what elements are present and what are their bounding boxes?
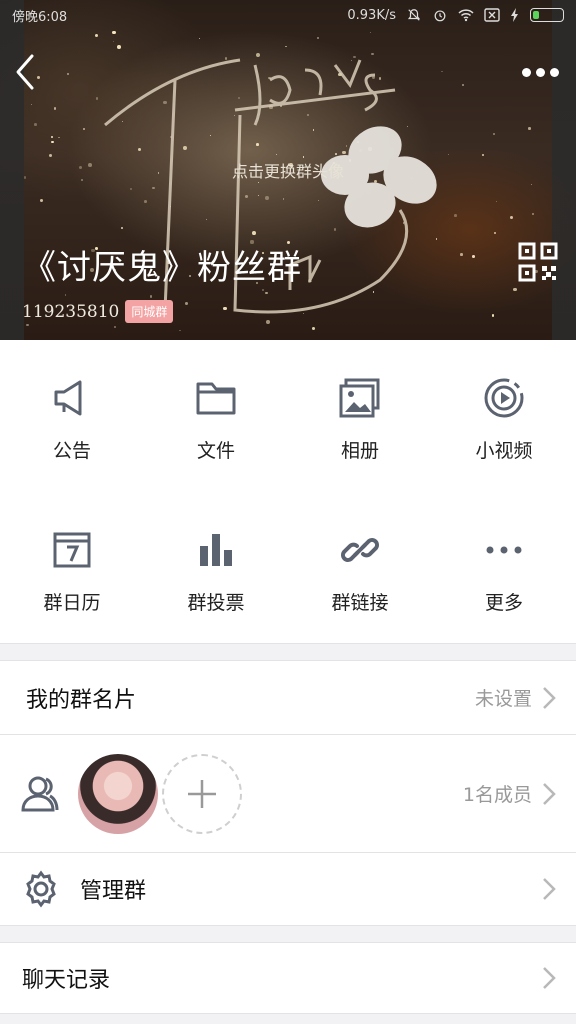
function-grid: 公告 文件 相册 小视频 群日历 群投票 群链接 更多 [0,340,576,644]
grid-label: 群投票 [187,592,245,614]
my-group-card-title: 我的群名片 [26,687,137,713]
album-icon [339,378,380,418]
grid-item-group-link[interactable]: 群链接 [288,492,432,644]
member-avatar[interactable] [78,753,158,834]
my-group-card-value: 未设置 [474,688,532,710]
chat-history-title: 聊天记录 [22,968,111,993]
vote-icon [200,534,232,566]
charging-icon [511,8,518,22]
qr-code-icon[interactable] [518,242,558,282]
my-group-card-row[interactable]: 我的群名片 未设置 [0,661,576,734]
wifi-icon [458,9,474,22]
chevron-right-icon [543,878,556,900]
manage-group-row[interactable]: 管理群 [0,853,576,925]
network-speed: 0.93K/s [347,7,396,23]
grid-item-calendar[interactable]: 群日历 [0,492,144,644]
divider [0,925,576,926]
gear-icon [26,870,56,908]
group-name: 《讨厌鬼》粉丝群 [22,248,302,288]
grid-label: 群日历 [43,592,101,614]
more-dots-icon [486,546,522,554]
grid-item-album[interactable]: 相册 [288,340,432,492]
more-options-icon[interactable] [520,62,560,82]
chevron-right-icon [543,782,556,805]
link-icon [341,538,379,562]
grid-item-short-video[interactable]: 小视频 [432,340,576,492]
grid-label: 文件 [196,440,235,462]
mute-icon [407,9,421,21]
grid-label: 相册 [340,440,379,462]
group-id: 119235810 [22,301,120,322]
back-icon[interactable] [12,52,40,92]
no-sim-icon [484,8,500,22]
status-time: 傍晚6:08 [12,9,68,25]
folder-icon [196,382,236,415]
calendar-icon [53,532,91,568]
members-icon [21,776,59,811]
members-row[interactable]: 1名成员 [0,735,576,852]
plus-icon [188,779,216,808]
divider [0,643,576,644]
battery-icon [530,8,564,22]
grid-item-files[interactable]: 文件 [144,340,288,492]
add-member-button[interactable] [162,753,242,834]
member-count: 1名成员 [462,784,532,806]
chevron-right-icon [543,686,556,709]
megaphone-icon [54,380,82,416]
city-group-badge: 同城群 [125,300,174,323]
grid-label: 更多 [484,592,523,614]
change-avatar-hint[interactable]: 点击更换群头像 [0,158,576,182]
chevron-right-icon [543,967,556,989]
chat-history-row[interactable]: 聊天记录 [0,943,576,1013]
grid-item-more[interactable]: 更多 [432,492,576,644]
grid-label: 群链接 [331,592,389,614]
grid-label: 公告 [52,440,91,462]
status-bar: 傍晚6:08 0.93K/s [0,0,576,30]
manage-group-title: 管理群 [80,879,147,904]
group-id-row: 119235810 同城群 [22,300,174,323]
grid-label: 小视频 [475,440,533,462]
video-icon [484,378,524,418]
alarm-icon [434,10,446,22]
grid-item-vote[interactable]: 群投票 [144,492,288,644]
grid-item-announcement[interactable]: 公告 [0,340,144,492]
group-header[interactable]: 傍晚6:08 0.93K/s 点击更换群头像 《讨厌鬼》粉丝群 11923581… [0,0,576,340]
divider [0,1013,576,1014]
